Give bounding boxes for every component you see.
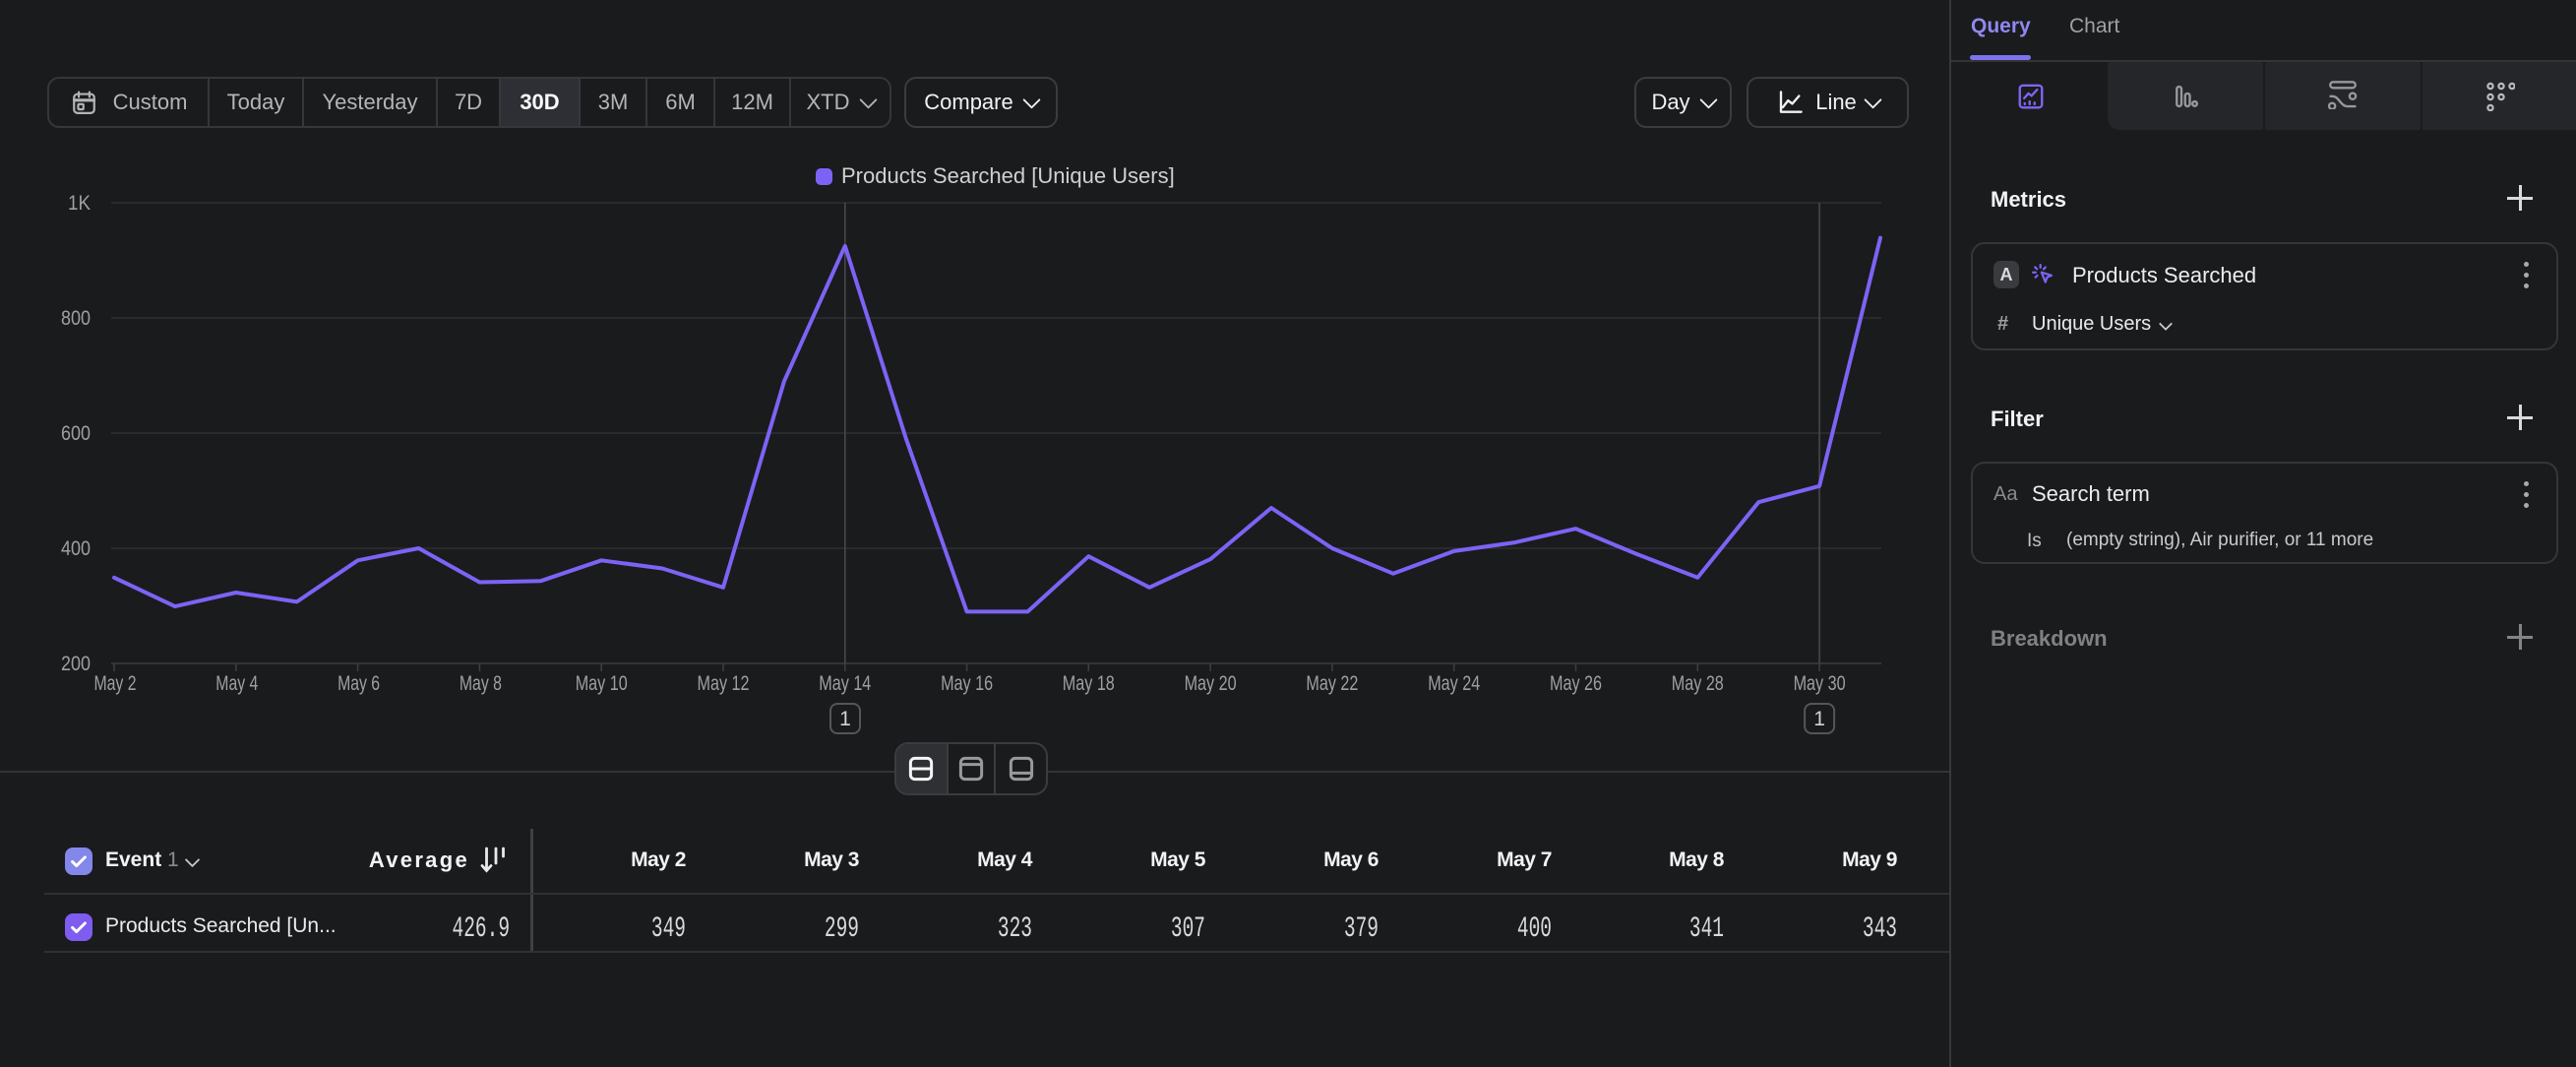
svg-text:May 4: May 4	[215, 672, 258, 695]
svg-text:May 16: May 16	[941, 672, 993, 695]
svg-text:May 30: May 30	[1794, 672, 1846, 695]
svg-text:May 26: May 26	[1550, 672, 1602, 695]
svg-text:May 10: May 10	[576, 672, 628, 695]
svg-text:May 2: May 2	[94, 672, 137, 695]
svg-text:May 24: May 24	[1428, 672, 1480, 695]
svg-text:May 14: May 14	[819, 672, 871, 695]
svg-text:200: 200	[61, 653, 91, 675]
svg-text:May 22: May 22	[1306, 672, 1358, 695]
svg-text:1: 1	[839, 708, 851, 730]
svg-text:May 20: May 20	[1185, 672, 1237, 695]
svg-text:May 12: May 12	[698, 672, 750, 695]
svg-text:1: 1	[1813, 708, 1825, 730]
svg-text:1K: 1K	[68, 192, 91, 215]
svg-text:May 28: May 28	[1672, 672, 1724, 695]
svg-text:May 18: May 18	[1063, 672, 1115, 695]
svg-text:600: 600	[61, 422, 91, 445]
svg-text:400: 400	[61, 537, 91, 560]
svg-text:May 6: May 6	[337, 672, 380, 695]
svg-text:800: 800	[61, 307, 91, 330]
svg-text:May 8: May 8	[460, 672, 502, 695]
